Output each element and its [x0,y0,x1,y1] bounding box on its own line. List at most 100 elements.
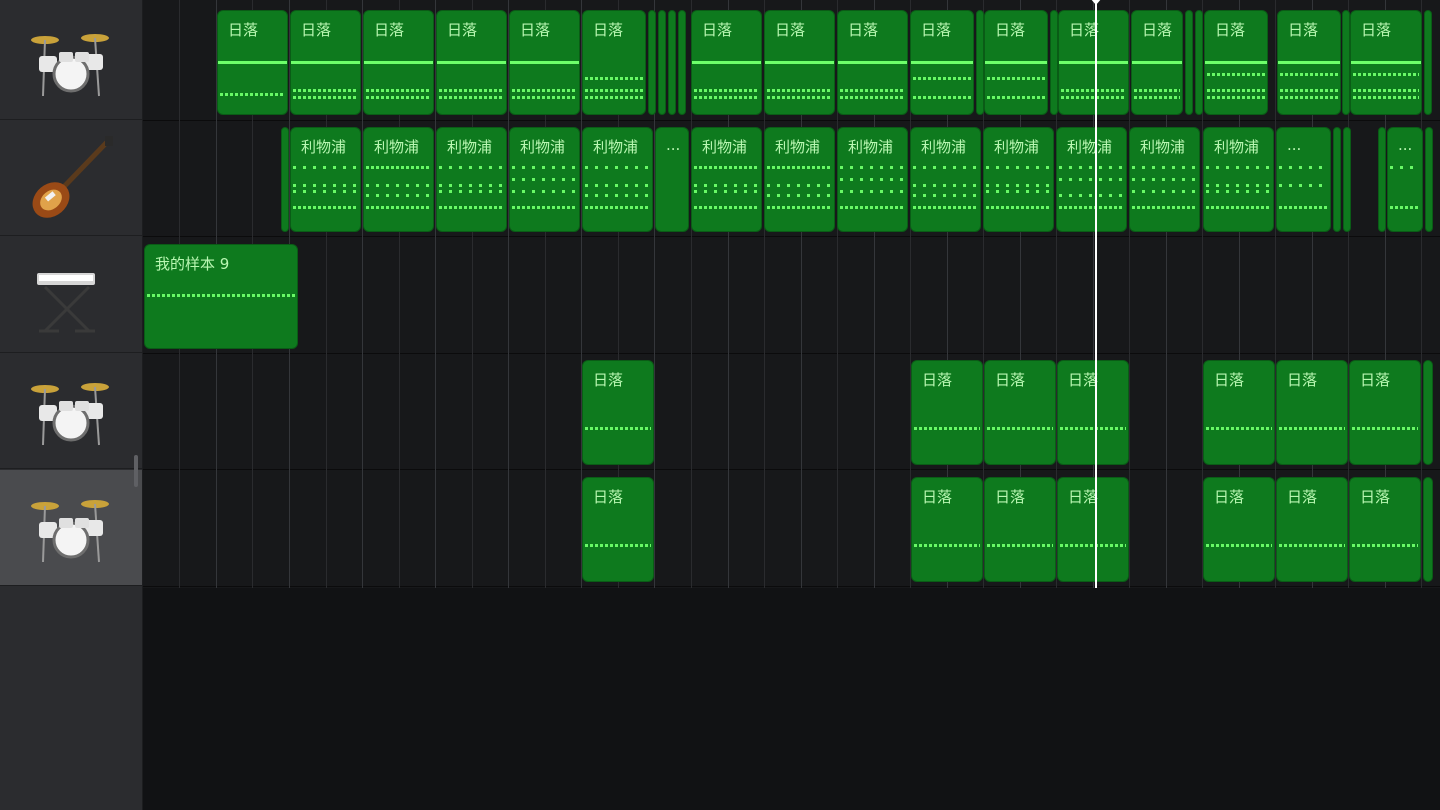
region-sunset-sliver[interactable] [1423,360,1433,465]
region-sunset[interactable]: 日落 [1204,10,1268,115]
region-liverpool[interactable]: 利物浦 [691,127,762,232]
note-dots [694,184,759,187]
region-title: 利物浦 [1214,138,1260,156]
region-liverpool[interactable]: 利物浦 [582,127,653,232]
region-sunset[interactable]: 日落 [217,10,288,115]
region-sunset[interactable]: 日落 [1057,477,1129,582]
region-sunset[interactable]: 日落 [1203,477,1275,582]
region-title: 日落 [520,21,551,39]
region-sunset[interactable]: 日落 [582,477,654,582]
note-dots [1060,427,1126,430]
region-sunset[interactable]: 日落 [436,10,507,115]
region-sunset[interactable]: 日落 [764,10,835,115]
track-header-drums-1[interactable] [0,4,142,120]
region-sunset[interactable]: 日落 [911,360,983,465]
region-sunset-sliver[interactable] [658,10,666,115]
region-sunset-sliver[interactable] [1423,477,1433,582]
region-sunset[interactable]: 日落 [1350,10,1422,115]
region-sunset-sliver[interactable] [1424,10,1432,115]
region-liverpool[interactable]: 利物浦 [910,127,981,232]
note-dots [512,206,577,209]
region-sunset[interactable]: 日落 [1349,360,1421,465]
bass-guitar-icon [32,136,113,218]
arrangement-area[interactable]: 日落 日落 日落 日落 日落 日落 日落 日落 日落 日落 日落 日落 日落 日… [143,0,1440,810]
region-liverpool[interactable]: 利物浦 [837,127,908,232]
region-liverpool[interactable]: 利物浦 [764,127,835,232]
region-liverpool[interactable]: 利物浦 [1056,127,1127,232]
playhead[interactable] [1095,0,1097,588]
region-sunset[interactable]: 日落 [1057,360,1129,465]
region-liverpool-sliver[interactable] [1343,127,1351,232]
region-sunset[interactable]: 日落 [984,10,1048,115]
region-title: 利物浦 [702,138,748,156]
region-sunset-sliver[interactable] [1342,10,1350,115]
note-line [291,61,360,64]
region-title: 利物浦 [1140,138,1186,156]
region-sunset[interactable]: 日落 [582,10,646,115]
region-sunset-sliver[interactable] [678,10,686,115]
region-my-sample-9[interactable]: 我的样本 9 [144,244,298,349]
note-dots [840,89,905,92]
region-liverpool[interactable]: 利物浦 [363,127,434,232]
region-sunset[interactable]: 日落 [911,477,983,582]
region-liverpool[interactable]: 利物浦 [290,127,361,232]
note-dots [986,184,1051,187]
region-sunset[interactable]: 日落 [582,360,654,465]
region-title: ... [666,136,681,154]
region-liverpool-truncated[interactable]: ... [1387,127,1423,232]
note-dots [1206,190,1271,193]
region-title: 日落 [922,371,953,389]
region-title: 日落 [1360,488,1391,506]
region-liverpool-sliver[interactable] [1378,127,1386,232]
region-liverpool-sliver[interactable] [1333,127,1341,232]
region-liverpool[interactable]: 利物浦 [1129,127,1200,232]
note-dots [1132,166,1197,169]
region-liverpool[interactable]: 利物浦 [1203,127,1274,232]
region-sunset-sliver[interactable] [1185,10,1193,115]
region-sunset[interactable]: 日落 [1277,10,1341,115]
region-sunset-sliver[interactable] [1195,10,1203,115]
track-header-drums-3[interactable] [0,470,142,586]
note-dots [1132,178,1197,181]
region-sunset-sliver[interactable] [1050,10,1058,115]
region-sunset[interactable]: 日落 [1203,360,1275,465]
track-header-drums-2[interactable] [0,353,142,469]
track-header-keyboard[interactable] [0,237,142,353]
region-liverpool[interactable]: 利物浦 [983,127,1054,232]
region-sunset-sliver[interactable] [648,10,656,115]
region-sunset[interactable]: 日落 [1276,360,1348,465]
region-sunset[interactable]: 日落 [1131,10,1183,115]
region-sunset[interactable]: 日落 [290,10,361,115]
note-dots [585,544,651,547]
region-sunset[interactable]: 日落 [691,10,762,115]
note-dots [366,206,431,209]
playhead-handle[interactable] [1090,0,1102,5]
note-dots [1059,206,1124,209]
region-sunset[interactable]: 日落 [509,10,580,115]
region-sunset[interactable]: 日落 [837,10,908,115]
region-liverpool[interactable]: 利物浦 [436,127,507,232]
region-sunset[interactable]: 日落 [363,10,434,115]
region-sunset[interactable]: 日落 [1349,477,1421,582]
region-sunset[interactable]: 日落 [1058,10,1129,115]
region-liverpool-truncated[interactable]: ... [1276,127,1331,232]
region-sunset[interactable]: 日落 [984,477,1056,582]
note-dots [1353,96,1419,99]
region-liverpool-sliver[interactable] [281,127,289,232]
note-dots [767,96,832,99]
region-liverpool[interactable]: 利物浦 [509,127,580,232]
note-line [1278,61,1340,64]
note-dots [439,184,504,187]
region-sunset-sliver[interactable] [976,10,984,115]
region-liverpool-truncated[interactable]: ... [655,127,689,232]
note-dots [147,294,295,297]
track-list-scroll-handle[interactable] [134,455,138,487]
region-liverpool-sliver[interactable] [1425,127,1433,232]
region-sunset[interactable]: 日落 [910,10,974,115]
region-sunset-sliver[interactable] [668,10,676,115]
region-sunset[interactable]: 日落 [1276,477,1348,582]
track-header-bass[interactable] [0,120,142,236]
note-dots [914,427,980,430]
note-dots [512,166,577,169]
region-sunset[interactable]: 日落 [984,360,1056,465]
